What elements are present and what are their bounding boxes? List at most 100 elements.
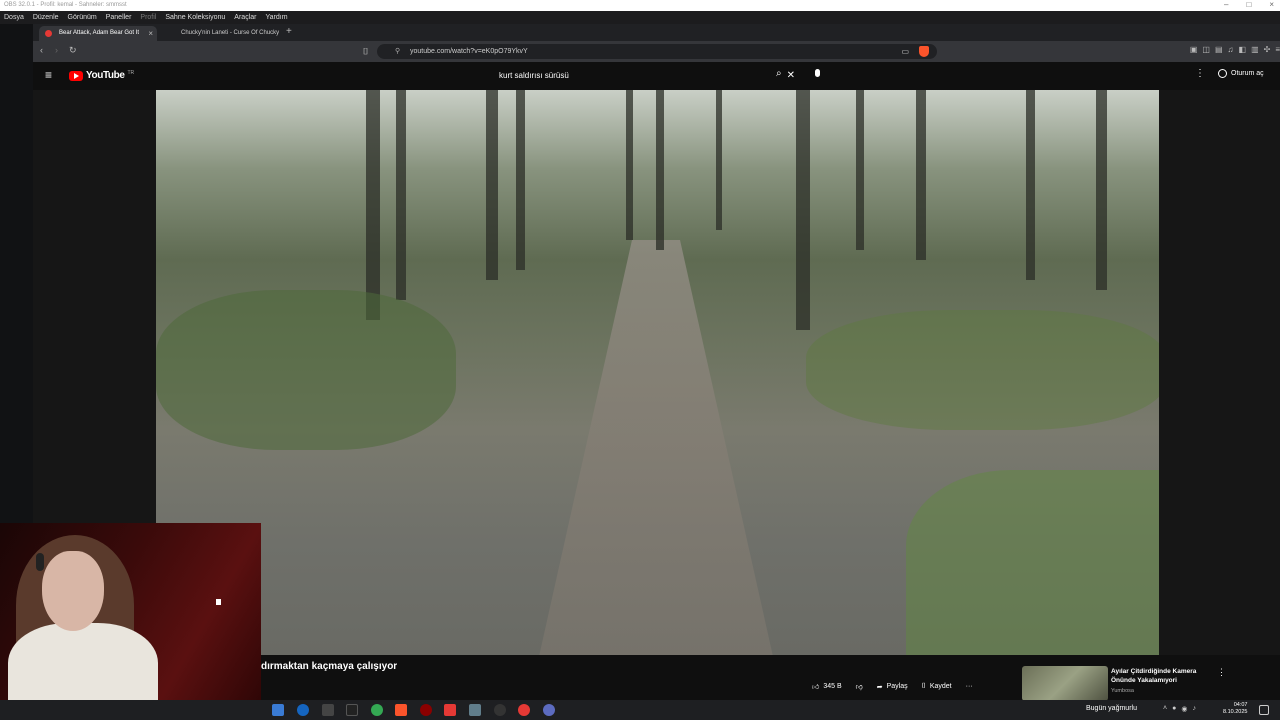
close-button[interactable]: × [1269,0,1274,11]
like-button[interactable]: 👍︎ 345 B [812,682,842,691]
obs-icon[interactable] [346,704,358,716]
tab-label: Chucky'nin Laneti - Curse Of Chucky [181,30,280,36]
search-query: kurt saldırısı sürüsü [499,71,569,80]
menu-yardim[interactable]: Yardım [265,14,287,21]
logo-region: TR [127,70,135,76]
chevron-up-icon[interactable]: ˄ [1163,705,1167,713]
music-icon[interactable]: ♫ [1228,45,1234,54]
tab-inactive[interactable]: Chucky'nin Laneti - Curse Of Chucky [161,26,281,41]
site-info-icon[interactable]: ⚲ [395,44,400,59]
youtube-logo[interactable]: YouTube TR [69,70,134,81]
tab-label: Bear Attack, Adam Bear Got It [59,30,140,36]
extension-icon[interactable]: ▣ [1190,45,1198,54]
wallet-icon[interactable]: ▥ [1251,45,1259,54]
dislike-button[interactable]: 👎︎ [856,682,863,691]
tree-trunk [366,90,380,320]
app-icon[interactable] [518,704,530,716]
opera-icon[interactable] [420,704,432,716]
app-icon[interactable] [494,704,506,716]
obs-window-title: OBS 32.0.1 - Profil: kemal - Sahneler: s… [0,0,1280,11]
tab-active[interactable]: Bear Attack, Adam Bear Got It × [39,26,157,41]
sidebar-icon[interactable]: ◧ [1239,45,1247,54]
forward-icon[interactable]: › [55,45,58,55]
player-right-margin [1159,90,1280,655]
weather-widget[interactable]: Bugün yağmurlu [1086,705,1137,712]
share-button[interactable]: ➦ Paylaş [877,683,908,691]
tree-trunk [716,90,722,230]
save-button[interactable]: ⌷ Kaydet [922,683,952,691]
vivaldi-icon[interactable] [444,704,456,716]
browser-toolbar: ‹ › ↻ ⌷ ⚲ youtube.com/watch?v=eK0pO79Ykv… [33,41,1280,62]
tree-trunk [1026,90,1035,280]
obs-side-panel [0,24,33,524]
youtube-play-icon [69,70,83,81]
recommended-more-icon[interactable]: ⋮ [1217,667,1226,678]
system-tray: ˄ ● ◉ ♪ [1163,705,1196,713]
menu-gorunum[interactable]: Görünüm [68,14,97,21]
bookmark-icon[interactable]: ⌷ [363,44,368,59]
microphone-icon[interactable] [812,68,822,82]
back-icon[interactable]: ‹ [40,45,43,55]
maximize-button[interactable]: □ [1246,0,1251,11]
task-view-icon[interactable] [322,704,334,716]
like-count: 345 B [823,683,842,690]
menu-duzenle[interactable]: Düzenle [33,14,59,21]
explorer-icon[interactable] [469,704,481,716]
hamburger-menu-icon[interactable]: ≡ [45,68,52,82]
url-text: youtube.com/watch?v=eK0pO79YkvY [410,48,528,55]
network-icon[interactable]: ◉ [1181,705,1187,713]
tree-trunk [516,90,525,270]
menu-araclar[interactable]: Araçlar [234,14,256,21]
menu-sahne-koleksiyonu[interactable]: Sahne Koleksiyonu [165,14,225,21]
extension-icon[interactable]: ◫ [1202,45,1210,54]
cast-icon[interactable]: ▭ [901,44,909,59]
clock-date: 8.10.2025 [1223,709,1248,715]
account-icon [1218,69,1227,78]
recommended-title[interactable]: Ayılar Çitdirdiğinde Kamera Önünde Yakal… [1111,667,1216,685]
search-input[interactable]: kurt saldırısı sürüsü ✕ [499,67,795,85]
clear-search-icon[interactable]: ✕ [787,67,795,85]
chrome-icon[interactable] [371,704,383,716]
sign-in-button[interactable]: Oturum aç [1218,69,1264,78]
more-actions-button[interactable]: ··· [966,683,973,690]
menu-profil[interactable]: Profil [140,14,156,21]
menu-dosya[interactable]: Dosya [4,14,24,21]
webcam-overlay [0,523,261,720]
headset-icon [36,553,44,571]
video-player[interactable] [156,90,1159,655]
tray-app-icon[interactable]: ● [1172,705,1176,713]
foliage [806,310,1159,430]
volume-icon[interactable]: ♪ [1192,705,1196,713]
tree-trunk [656,90,664,250]
youtube-header: ≡ YouTube TR kurt saldırısı sürüsü ✕ ⌕ ⋮… [33,62,1280,90]
extension-icon[interactable]: ▤ [1215,45,1223,54]
tree-trunk [486,90,498,280]
start-icon[interactable] [272,704,284,716]
search-icon[interactable]: ⌕ [776,68,782,79]
foliage [906,470,1159,655]
save-label: Kaydet [929,683,952,690]
discord-icon[interactable] [543,704,555,716]
puzzle-icon[interactable]: ✣ [1264,45,1271,54]
address-bar[interactable]: ⌷ ⚲ youtube.com/watch?v=eK0pO79YkvY ▭ [363,44,937,59]
menu-icon[interactable]: ≡ [1275,45,1280,54]
tab-close-icon[interactable]: × [148,26,153,41]
browser-tab-bar: Bear Attack, Adam Bear Got It × Chucky'n… [33,24,1280,41]
menu-paneller[interactable]: Paneller [106,14,132,21]
more-options-icon[interactable]: ⋮ [1195,68,1205,79]
reload-icon[interactable]: ↻ [69,45,77,56]
brave-shield-icon[interactable] [919,46,929,57]
forest-path [536,240,776,655]
share-icon: ➦ [876,683,883,691]
recommended-channel[interactable]: Yumbosa [1111,688,1134,694]
logo-text: YouTube [86,70,125,81]
new-tab-button[interactable]: + [286,26,292,37]
notification-icon[interactable] [1259,705,1269,715]
brave-icon[interactable] [395,704,407,716]
recommended-thumbnail[interactable] [1022,666,1108,701]
clock[interactable]: 04:07 8.10.2025 [1223,702,1247,716]
outlook-icon[interactable] [297,704,309,716]
foliage [156,290,456,450]
sign-in-label: Oturum aç [1231,70,1264,77]
minimize-button[interactable]: – [1224,0,1228,11]
